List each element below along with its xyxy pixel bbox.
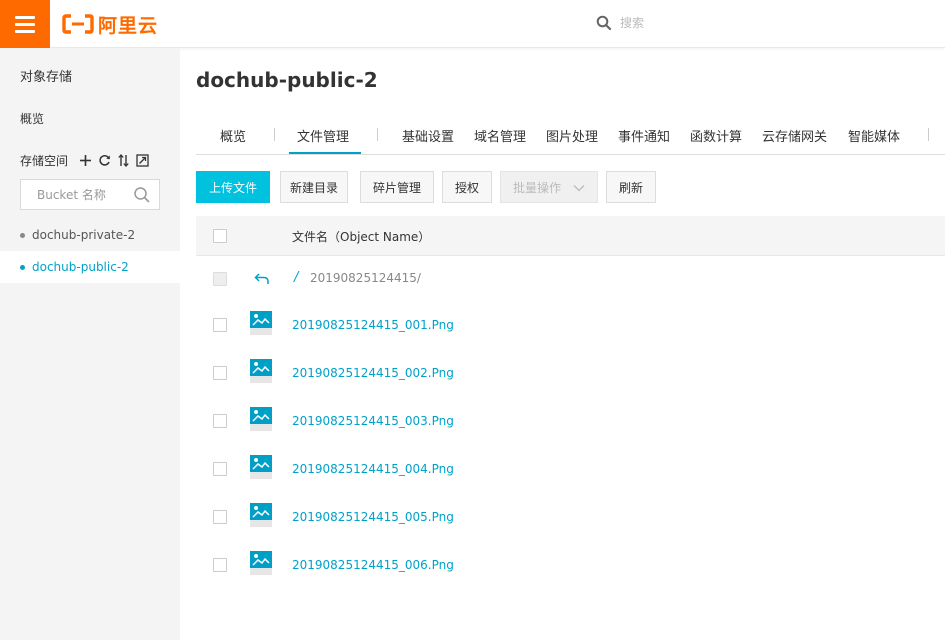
table-header: 文件名（Object Name） — [196, 216, 945, 256]
search-placeholder[interactable]: 搜索 — [620, 14, 644, 31]
tab-intelligent-media[interactable]: 智能媒体 — [848, 126, 900, 145]
image-file-icon — [250, 503, 272, 527]
logo-text: 阿里云 — [98, 14, 159, 37]
search-icon[interactable] — [133, 186, 151, 204]
aliyun-logo[interactable]: 阿里云 — [62, 11, 158, 37]
menu-button[interactable] — [0, 0, 50, 48]
root-path-link[interactable]: / — [294, 270, 298, 285]
back-arrow-icon[interactable] — [254, 272, 270, 286]
batch-operations-label: 批量操作 — [513, 180, 562, 195]
table-row: 20190825124415_002.Png — [196, 352, 945, 400]
tab-event-notification[interactable]: 事件通知 — [618, 126, 670, 145]
row-checkbox[interactable] — [213, 414, 227, 428]
bucket-item-dochub-private-2[interactable]: dochub-private-2 — [0, 219, 180, 251]
tab-function-compute[interactable]: 函数计算 — [690, 126, 742, 145]
tab-bar: 概览 文件管理 基础设置 域名管理 图片处理 事件通知 函数计算 云存储网关 智… — [196, 118, 945, 155]
tab-separator — [377, 128, 378, 141]
file-link[interactable]: 20190825124415_002.Png — [292, 366, 454, 380]
menu-line — [15, 22, 35, 26]
refresh-button[interactable]: 刷新 — [606, 171, 656, 203]
aliyun-logo-icon — [62, 14, 94, 34]
select-all-checkbox[interactable] — [213, 229, 227, 243]
bucket-name: dochub-private-2 — [32, 228, 136, 242]
image-file-icon — [250, 455, 272, 479]
tab-overview[interactable]: 概览 — [220, 126, 246, 145]
refresh-icon[interactable] — [97, 154, 111, 168]
active-tab-indicator — [289, 152, 361, 154]
bucket-name: dochub-public-2 — [32, 260, 129, 274]
upload-button[interactable]: 上传文件 — [196, 171, 270, 203]
storage-space-label: 存储空间 — [20, 154, 69, 168]
expand-icon[interactable] — [135, 154, 149, 168]
bucket-item-dochub-public-2[interactable]: dochub-public-2 — [0, 251, 180, 283]
column-header-filename: 文件名（Object Name） — [292, 230, 431, 244]
bucket-search-input[interactable] — [37, 187, 142, 202]
tab-separator — [928, 128, 929, 141]
search-icon — [596, 15, 612, 30]
table-row: 20190825124415_006.Png — [196, 544, 945, 592]
row-checkbox — [213, 272, 227, 286]
menu-line — [15, 15, 35, 19]
sort-icon[interactable] — [116, 154, 130, 168]
tab-cloud-storage-gateway[interactable]: 云存储网关 — [762, 126, 827, 145]
new-directory-button[interactable]: 新建目录 — [280, 171, 348, 203]
tab-image-processing[interactable]: 图片处理 — [546, 126, 598, 145]
current-path: 20190825124415/ — [310, 271, 421, 285]
file-link[interactable]: 20190825124415_006.Png — [292, 558, 454, 572]
menu-line — [15, 29, 35, 33]
fragment-management-button[interactable]: 碎片管理 — [360, 171, 434, 203]
batch-operations-dropdown: 批量操作 — [500, 171, 598, 203]
table-row: 20190825124415_005.Png — [196, 496, 945, 544]
table-row: 20190825124415_001.Png — [196, 304, 945, 352]
row-checkbox[interactable] — [213, 558, 227, 572]
table-row: 20190825124415_003.Png — [196, 400, 945, 448]
plus-icon[interactable] — [78, 154, 92, 168]
file-link[interactable]: 20190825124415_003.Png — [292, 414, 454, 428]
sidebar-item-overview[interactable]: 概览 — [20, 110, 44, 127]
tab-basic-settings[interactable]: 基础设置 — [402, 126, 454, 145]
table-row: 20190825124415_004.Png — [196, 448, 945, 496]
sidebar: 对象存储 概览 存储空间 dochub-private-2 — [0, 48, 180, 640]
storage-space-header: 存储空间 — [20, 152, 165, 169]
bucket-dot — [20, 264, 25, 270]
row-checkbox[interactable] — [213, 510, 227, 524]
table-row-parent: / 20190825124415/ — [196, 256, 945, 304]
chevron-down-icon — [573, 185, 585, 192]
sidebar-title[interactable]: 对象存储 — [20, 66, 72, 85]
tab-domain-management[interactable]: 域名管理 — [474, 126, 526, 145]
file-link[interactable]: 20190825124415_001.Png — [292, 318, 454, 332]
bucket-dot — [20, 232, 25, 238]
page-title: dochub-public-2 — [196, 68, 378, 92]
image-file-icon — [250, 551, 272, 575]
row-checkbox[interactable] — [213, 462, 227, 476]
tab-separator — [274, 128, 275, 141]
image-file-icon — [250, 407, 272, 431]
authorize-button[interactable]: 授权 — [442, 171, 492, 203]
global-search[interactable]: 搜索 — [596, 14, 644, 31]
bucket-search — [20, 179, 160, 210]
row-checkbox[interactable] — [213, 318, 227, 332]
top-bar: 阿里云 搜索 — [0, 0, 945, 48]
image-file-icon — [250, 311, 272, 335]
file-link[interactable]: 20190825124415_005.Png — [292, 510, 454, 524]
row-checkbox[interactable] — [213, 366, 227, 380]
image-file-icon — [250, 359, 272, 383]
file-link[interactable]: 20190825124415_004.Png — [292, 462, 454, 476]
tab-file-management[interactable]: 文件管理 — [297, 126, 349, 145]
